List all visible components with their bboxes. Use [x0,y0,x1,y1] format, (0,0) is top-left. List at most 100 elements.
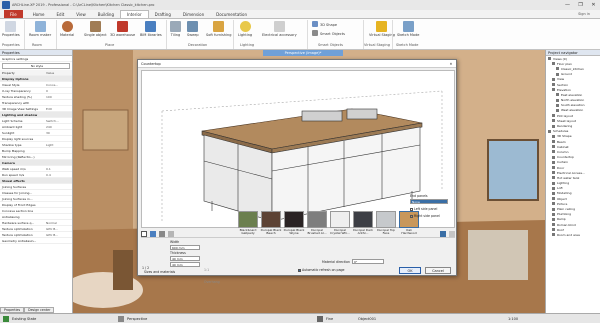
menu-dimension[interactable]: Dimension [177,10,210,18]
rotate-tool-icon[interactable] [168,230,174,237]
property-name: Mirroring (Reflectio...) [2,154,35,159]
right-side-checkbox[interactable] [410,214,413,218]
folder-icon [552,124,555,128]
navigator-item-label: Rendering [557,124,573,129]
property-value[interactable]: 0.4 [46,173,72,177]
overhang-input[interactable]: 40 mm [170,262,200,267]
style-dropdown[interactable]: No style [2,63,70,69]
menu-interior[interactable]: Interior [120,10,149,18]
navigator-item-label: Sheet layout [557,118,576,123]
property-row[interactable]: Geometry Antialiasin... [0,238,72,244]
folder-icon [552,186,555,190]
property-name: Light Scheme [2,118,23,123]
property-value[interactable]: Edit [46,107,72,111]
status-view[interactable]: Perspective [127,317,187,321]
menu-documentation[interactable]: Documentation [210,10,253,18]
navigator-item[interactable]: Room and area [546,232,600,237]
sweep-button[interactable]: Sweep [187,21,199,37]
user-signin[interactable]: Sign in [578,10,600,18]
room-maker-button[interactable]: Room maker [29,21,51,37]
end-panel-select[interactable]: None [410,199,448,204]
property-name: Antialiasing [2,214,20,219]
select-tool-icon[interactable] [141,230,147,237]
sketch-mode-button[interactable]: Sketch Mode [397,21,419,37]
smart-object-icon [312,30,318,36]
soft-furnishing-button[interactable]: Soft furnishing [206,21,232,37]
material-swatch[interactable] [353,211,373,228]
menu-edit[interactable]: Edit [51,10,71,18]
auto-refresh-checkbox[interactable] [298,268,301,272]
material-swatch[interactable] [238,211,258,228]
thickness-input[interactable]: 40 mm [170,256,200,261]
folder-icon [552,114,555,118]
auto-refresh-option[interactable]: Automatic refresh on page [298,268,345,272]
file-menu[interactable]: File [4,10,23,18]
left-side-checkbox[interactable] [410,207,413,211]
group-smart-objects: Smart Objects [318,43,343,47]
smart-objects-button[interactable]: Smart Objects [312,30,345,37]
properties-button[interactable]: Properties [2,21,20,37]
left-side-option[interactable]: Left side panel [410,207,437,211]
lighting-button[interactable]: Lighting [238,21,252,37]
right-side-option[interactable]: Right side panel [410,214,440,218]
navigator-item-label: Door [557,165,565,170]
material-swatch[interactable] [376,211,396,228]
material-button[interactable]: Material [60,21,74,37]
material-swatch[interactable] [330,211,350,228]
menu-drafting[interactable]: Drafting [149,10,177,18]
status-layer[interactable]: Existing State [12,317,58,321]
move-tool-icon[interactable] [159,230,165,237]
property-name: Display light sources [2,136,34,141]
cancel-button[interactable]: Cancel [425,267,451,274]
menu-view[interactable]: View [70,10,92,18]
bim-libraries-button[interactable]: BIM libraries [140,21,162,37]
navigator-item-label: 3D Shape [557,134,572,139]
cube-icon [312,21,318,27]
property-value[interactable]: 240 [46,125,72,129]
material-swatch[interactable] [307,211,327,228]
maximize-button[interactable]: ❐ [574,0,587,10]
ribbon: Properties Room maker Material Single ob… [0,19,600,50]
viewport-tab[interactable]: Perspective (Image)* [263,50,343,56]
3d-shape-button[interactable]: 3D Shape [312,21,337,28]
property-value[interactable]: Normal [46,221,72,225]
edit-tool-icon[interactable] [150,230,156,237]
menu-building[interactable]: Building [92,10,120,18]
properties-icon [5,21,17,32]
property-value[interactable]: Switch... [46,119,72,123]
ok-button[interactable]: OK [399,267,421,274]
status-line[interactable]: Fine [326,317,348,321]
property-value[interactable]: 100 [46,95,72,99]
property-value[interactable]: GPU B... [46,227,72,231]
dialog-close-icon[interactable]: ✕ [446,62,456,66]
cabinet-wireframe [161,90,443,227]
countertop-preview[interactable] [141,70,455,228]
title-bar: ARCHLine.XP 2019 - Professional - C:\ArC… [0,0,600,10]
view-option-icon[interactable] [440,230,446,237]
material-swatch[interactable] [261,211,281,228]
navigator-item-label: Ground [561,72,573,77]
material-direction-label: Material direction [322,260,350,264]
width-input[interactable]: 600 mm [170,245,200,250]
electrical-accessory-button[interactable]: Electrical accessory [262,21,297,37]
menu-home[interactable]: Home [27,10,51,18]
3d-warehouse-button[interactable]: 3D warehouse [110,21,135,37]
single-object-button[interactable]: Single object [84,21,107,37]
material-swatch[interactable] [284,211,304,228]
material-direction-select[interactable]: 0° [352,259,384,264]
minimize-button[interactable]: — [561,0,574,10]
close-button[interactable]: ✕ [587,0,600,10]
group-properties: Properties [2,43,20,47]
property-value[interactable]: GPU B... [46,233,72,237]
property-value[interactable]: Conce... [46,83,72,87]
property-value[interactable]: 30 [46,131,72,135]
zoom-icon[interactable] [449,230,455,237]
property-value[interactable]: 0 [46,89,72,93]
status-scale[interactable]: 1:100 [508,317,518,321]
folder-icon [552,207,555,211]
folder-icon [552,233,555,237]
property-value[interactable]: Light [46,143,72,147]
property-value[interactable]: 0.1 [46,167,72,171]
tiling-button[interactable]: Tiling [170,21,181,37]
status-object[interactable]: Object001 [358,317,408,321]
